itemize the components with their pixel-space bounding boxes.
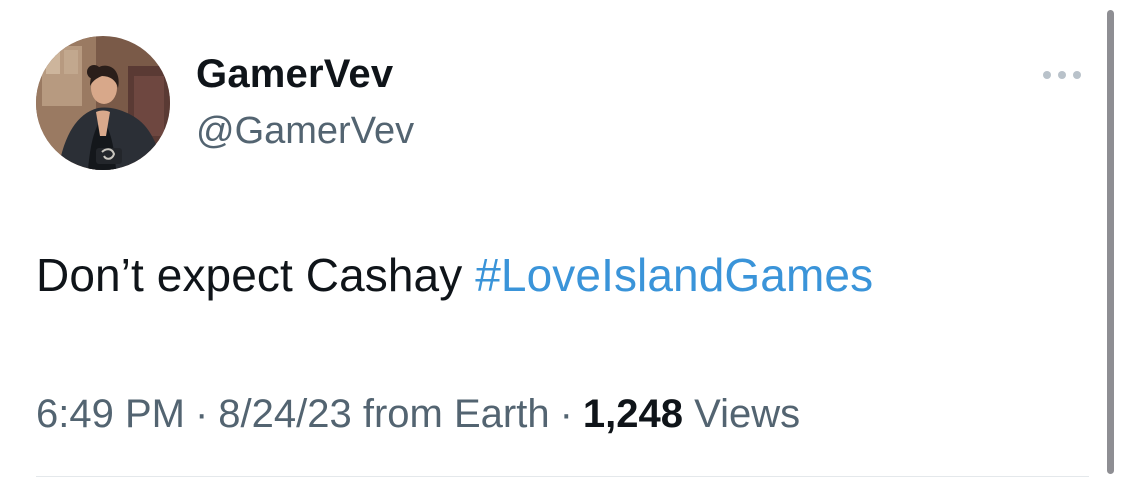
more-horizontal-icon	[1073, 71, 1081, 79]
tweet-time[interactable]: 6:49 PM	[36, 392, 185, 436]
author-handle[interactable]: @GamerVev	[196, 110, 414, 153]
separator-dot: ·	[194, 392, 209, 436]
scrollbar[interactable]	[1107, 10, 1114, 474]
views-label: Views	[694, 392, 801, 436]
tweet-metadata: 6:49 PM · 8/24/23 from Earth · 1,248 Views	[36, 392, 800, 437]
divider	[36, 476, 1089, 477]
more-horizontal-icon	[1058, 71, 1066, 79]
tweet-text-plain: Don’t expect Cashay	[36, 249, 476, 301]
avatar-photo	[36, 36, 170, 170]
tweet-card: GamerVev @GamerVev Don’t expect Cashay #…	[0, 0, 1125, 479]
hashtag-link[interactable]: #LoveIslandGames	[475, 249, 873, 301]
tweet-text: Don’t expect Cashay #LoveIslandGames	[36, 248, 873, 302]
tweet-date-source: 8/24/23 from Earth	[218, 392, 550, 436]
separator-dot: ·	[559, 392, 573, 436]
views-count: 1,248	[582, 392, 684, 436]
more-horizontal-icon	[1043, 71, 1051, 79]
avatar[interactable]	[36, 36, 170, 170]
more-options-button[interactable]	[1034, 60, 1090, 90]
author-display-name[interactable]: GamerVev	[196, 52, 393, 97]
views-link[interactable]: 1,248 Views	[583, 392, 800, 436]
